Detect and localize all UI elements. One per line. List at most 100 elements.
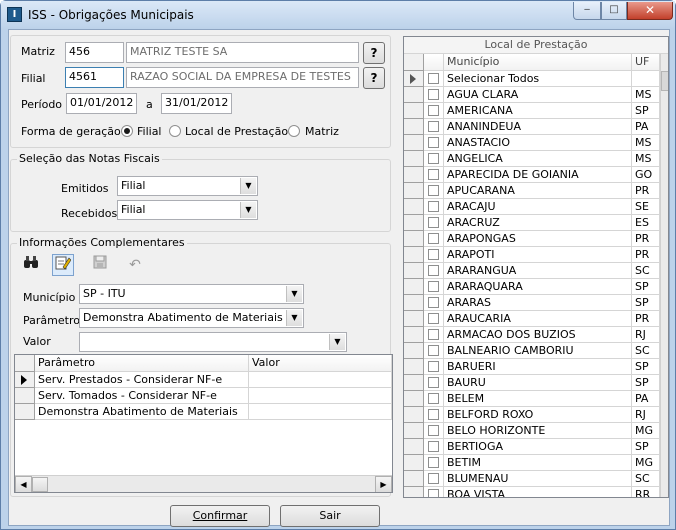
minimize-button[interactable]: ‒ (573, 2, 601, 20)
list-item-checkbox[interactable] (428, 313, 439, 324)
binoculars-icon[interactable] (20, 254, 42, 276)
list-item-uf[interactable]: RJ (632, 327, 660, 343)
row-indicator[interactable] (404, 391, 424, 407)
list-item-check-cell[interactable] (424, 439, 444, 455)
list-item-check-cell[interactable] (424, 199, 444, 215)
list-item-checkbox[interactable] (428, 473, 439, 484)
list-item-checkbox[interactable] (428, 329, 439, 340)
list-item-municipio[interactable]: ANGELICA (444, 151, 632, 167)
list-item-uf[interactable]: MS (632, 151, 660, 167)
list-item-checkbox[interactable] (428, 89, 439, 100)
list-item-check-cell[interactable] (424, 247, 444, 263)
confirmar-button[interactable]: Confirmar (170, 505, 270, 527)
list-item-checkbox[interactable] (428, 121, 439, 132)
filial-lookup-button[interactable]: ? (363, 67, 385, 89)
list-item-uf[interactable]: SP (632, 103, 660, 119)
row-indicator[interactable] (404, 343, 424, 359)
list-item-checkbox[interactable] (428, 169, 439, 180)
local-prestacao-grid[interactable]: Local de Prestação Município UF Selecion… (403, 36, 669, 498)
list-item-check-cell[interactable] (424, 311, 444, 327)
chevron-down-icon[interactable]: ▼ (286, 310, 302, 326)
list-item-uf[interactable]: SP (632, 279, 660, 295)
row-indicator[interactable] (404, 119, 424, 135)
list-item-check-cell[interactable] (424, 119, 444, 135)
list-item-check-cell[interactable] (424, 135, 444, 151)
select-all-label[interactable]: Selecionar Todos (444, 71, 632, 87)
list-item-check-cell[interactable] (424, 279, 444, 295)
chevron-down-icon[interactable]: ▼ (329, 334, 345, 350)
table-row-valor[interactable] (249, 404, 392, 420)
table-row-parametro[interactable]: Serv. Tomados - Considerar NF-e (35, 388, 249, 404)
row-indicator[interactable] (404, 103, 424, 119)
forma-filial-radio[interactable] (121, 125, 133, 137)
list-item-municipio[interactable]: ARACRUZ (444, 215, 632, 231)
row-indicator[interactable] (404, 247, 424, 263)
horizontal-scrollbar[interactable]: ◀ ▶ (15, 475, 392, 492)
filial-name-field[interactable]: RAZAO SOCIAL DA EMPRESA DE TESTES (126, 67, 359, 88)
municipio-select[interactable]: SP - ITU ▼ (79, 284, 304, 304)
row-indicator[interactable] (404, 423, 424, 439)
chevron-down-icon[interactable]: ▼ (240, 202, 256, 218)
table-row-parametro[interactable]: Demonstra Abatimento de Materiais (35, 404, 249, 420)
row-indicator[interactable] (404, 487, 424, 497)
list-item-checkbox[interactable] (428, 265, 439, 276)
list-item-checkbox[interactable] (428, 345, 439, 356)
list-item-uf[interactable]: PA (632, 119, 660, 135)
forma-local-radio[interactable] (169, 125, 181, 137)
row-indicator[interactable] (404, 167, 424, 183)
list-item-municipio[interactable]: BERTIOGA (444, 439, 632, 455)
sair-button[interactable]: Sair (280, 505, 380, 527)
periodo-start-field[interactable]: 01/01/2012 (66, 93, 137, 114)
table-row-valor[interactable] (249, 372, 392, 388)
list-item-checkbox[interactable] (428, 377, 439, 388)
list-item-municipio[interactable]: ARARANGUA (444, 263, 632, 279)
list-item-checkbox[interactable] (428, 217, 439, 228)
list-item-check-cell[interactable] (424, 471, 444, 487)
list-item-uf[interactable]: RJ (632, 407, 660, 423)
list-item-municipio[interactable]: APARECIDA DE GOIANIA (444, 167, 632, 183)
emitidos-select[interactable]: Filial ▼ (117, 176, 258, 196)
list-item-municipio[interactable]: ARAUCARIA (444, 311, 632, 327)
list-item-checkbox[interactable] (428, 297, 439, 308)
list-item-check-cell[interactable] (424, 151, 444, 167)
list-item-uf[interactable]: PR (632, 247, 660, 263)
list-item-uf[interactable]: PR (632, 183, 660, 199)
row-indicator[interactable] (404, 471, 424, 487)
row-indicator[interactable] (15, 372, 35, 388)
periodo-end-field[interactable]: 31/01/2012 (161, 93, 232, 114)
list-item-municipio[interactable]: BELEM (444, 391, 632, 407)
row-indicator[interactable] (404, 263, 424, 279)
table-row-parametro[interactable]: Serv. Prestados - Considerar NF-e (35, 372, 249, 388)
list-item-check-cell[interactable] (424, 231, 444, 247)
list-item-municipio[interactable]: ARAPONGAS (444, 231, 632, 247)
table-row-valor[interactable] (249, 388, 392, 404)
list-item-uf[interactable]: MS (632, 87, 660, 103)
list-item-check-cell[interactable] (424, 87, 444, 103)
list-item-check-cell[interactable] (424, 103, 444, 119)
list-item-uf[interactable]: PA (632, 391, 660, 407)
close-button[interactable]: ✕ (627, 2, 673, 20)
list-item-checkbox[interactable] (428, 185, 439, 196)
row-indicator[interactable] (404, 327, 424, 343)
row-indicator[interactable] (404, 279, 424, 295)
list-item-municipio[interactable]: BELFORD ROXO (444, 407, 632, 423)
row-indicator[interactable] (15, 404, 35, 420)
list-item-check-cell[interactable] (424, 327, 444, 343)
list-item-uf[interactable]: SP (632, 359, 660, 375)
list-item-uf[interactable]: SP (632, 295, 660, 311)
list-item-uf[interactable]: PR (632, 311, 660, 327)
row-indicator[interactable] (404, 71, 424, 87)
list-item-municipio[interactable]: ANANINDEUA (444, 119, 632, 135)
parametros-grid[interactable]: Parâmetro Valor Serv. Prestados - Consid… (14, 354, 393, 493)
scroll-right-icon[interactable]: ▶ (375, 476, 392, 492)
list-item-check-cell[interactable] (424, 455, 444, 471)
list-item-checkbox[interactable] (428, 361, 439, 372)
valor-select[interactable]: ▼ (79, 332, 347, 352)
list-item-check-cell[interactable] (424, 359, 444, 375)
list-item-checkbox[interactable] (428, 137, 439, 148)
list-item-uf[interactable]: ES (632, 215, 660, 231)
matriz-name-field[interactable]: MATRIZ TESTE SA (126, 42, 359, 63)
forma-matriz-label[interactable]: Matriz (305, 125, 339, 138)
row-indicator[interactable] (404, 455, 424, 471)
row-indicator[interactable] (404, 359, 424, 375)
